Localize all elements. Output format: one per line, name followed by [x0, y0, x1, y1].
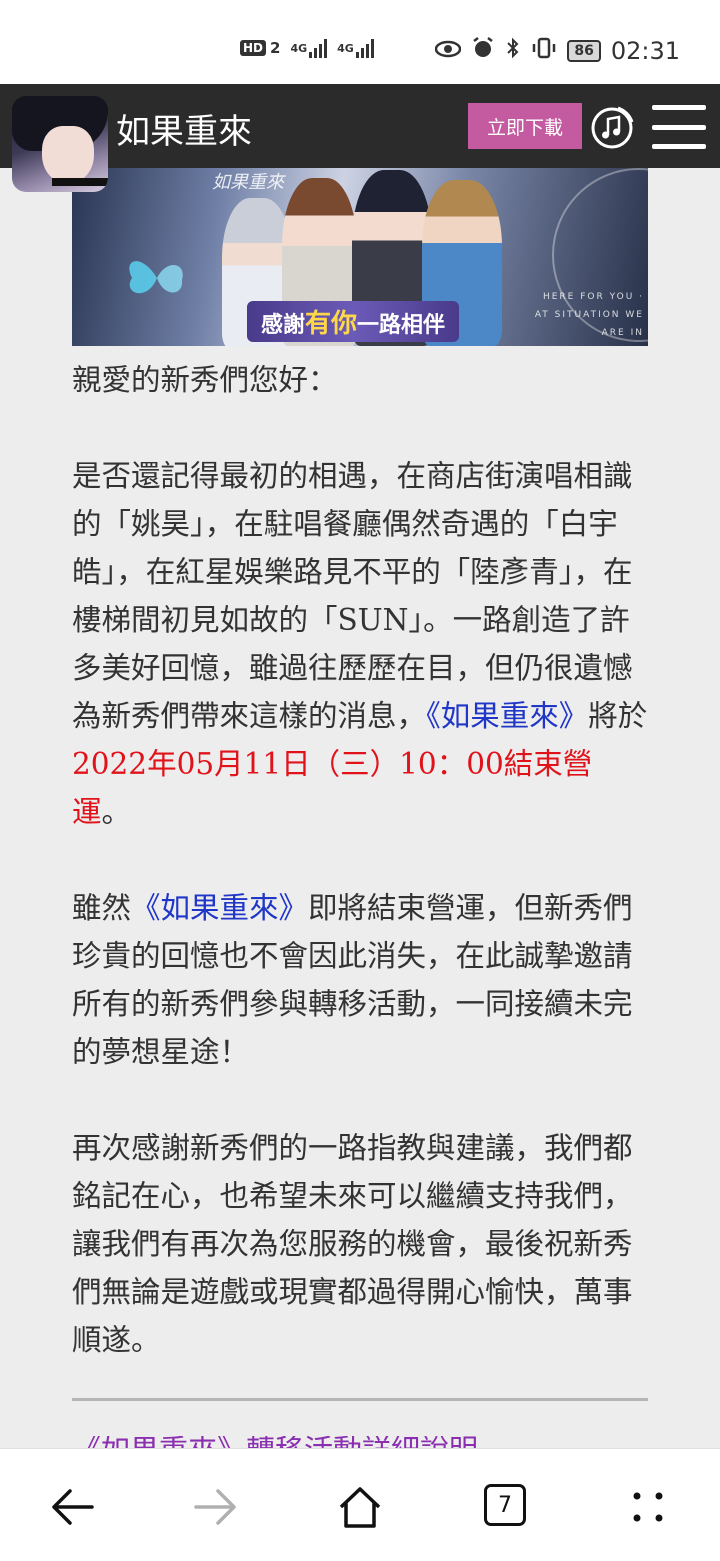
hero-banner: 如果重來 感謝有你一路相伴 HERE FOR YOU · AT SITUATIO… [72, 168, 648, 346]
slogan-part-1: 感謝 [261, 312, 306, 338]
eye-icon [435, 39, 462, 64]
greeting: 親愛的新秀們您好： [72, 363, 338, 397]
app-icon-collar [52, 178, 108, 186]
status-right: 86 02:31 [435, 36, 680, 66]
more-icon[interactable] [620, 1479, 676, 1535]
tabs-icon[interactable]: 7 [484, 1484, 526, 1526]
divider [72, 1398, 648, 1401]
download-button[interactable]: 立即下載 [468, 103, 582, 149]
paragraph-3: 再次感謝新秀們的一路指教與建議，我們都銘記在心，也希望未來可以繼續支持我們，讓我… [72, 1131, 633, 1357]
sim-number: 2 [270, 39, 281, 57]
browser-nav-bar [0, 1448, 720, 1561]
p1-text: 是否還記得最初的相遇，在商店街演唱相識的「姚昊」，在駐唱餐廳偶然奇遇的「白宇皓」… [72, 459, 633, 733]
app-icon[interactable] [12, 96, 108, 192]
alarm-icon [471, 36, 495, 66]
p1-mid: 將於 [588, 699, 648, 733]
banner-logo: 如果重來 [212, 172, 284, 193]
back-arrow-icon[interactable] [44, 1479, 100, 1535]
forward-arrow-icon[interactable] [188, 1479, 244, 1535]
status-time: 02:31 [610, 37, 680, 65]
hd-badge: HD [240, 40, 267, 56]
p2-start: 雖然 [72, 891, 132, 925]
game-title-link[interactable]: 《如果重來》 [426, 699, 588, 733]
signal-icon [309, 38, 328, 58]
network-label-2: 4G [337, 41, 354, 55]
bluetooth-icon [505, 36, 521, 66]
slogan-part-3: 一路相伴 [357, 312, 446, 338]
paragraph-2: 雖然《如果重來》即將結束營運，但新秀們珍貴的回憶也不會因此消失，在此誠摯邀請所有… [72, 884, 650, 1076]
p1-end: 。 [101, 795, 132, 829]
app-title[interactable]: 如果重來 [116, 104, 252, 153]
vibrate-icon [531, 36, 557, 66]
banner-side-text: HERE FOR YOU · AT SITUATION WE ARE IN [534, 292, 644, 338]
slogan-part-2: 有你 [305, 309, 358, 339]
battery-icon: 86 [567, 40, 601, 62]
game-title-link[interactable]: 《如果重來》 [131, 891, 308, 925]
butterfly-icon [129, 261, 183, 294]
menu-icon[interactable] [652, 105, 706, 149]
status-left: HD 2 4G 4G [240, 38, 374, 58]
home-icon[interactable] [332, 1479, 388, 1535]
article-body: 親愛的新秀們您好： 是否還記得最初的相遇，在商店街演唱相識的「姚昊」，在駐唱餐廳… [72, 356, 650, 1412]
signal-icon [355, 38, 374, 58]
status-bar: HD 2 4G 4G 86 02:31 [0, 0, 720, 84]
app-icon-face [42, 126, 94, 184]
end-date: 2022年05月11日（三）10：00結束營運 [72, 747, 593, 829]
paragraph-1: 是否還記得最初的相遇，在商店街演唱相識的「姚昊」，在駐唱餐廳偶然奇遇的「白宇皓」… [72, 452, 650, 836]
network-label-1: 4G [290, 41, 308, 55]
banner-slogan: 感謝有你一路相伴 [247, 301, 460, 342]
music-icon[interactable] [588, 104, 636, 152]
